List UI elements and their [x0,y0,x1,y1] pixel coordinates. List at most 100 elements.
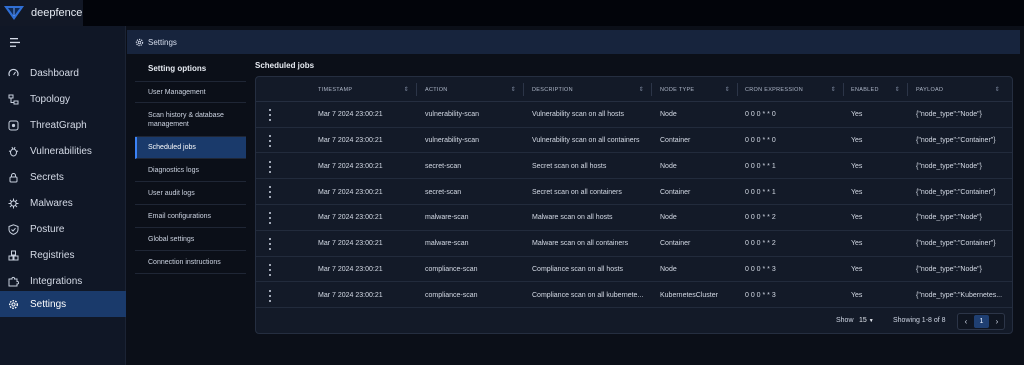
table-row: Mar 7 2024 23:00:21 secret-scan Secret sca… [256,179,1012,205]
cell-payload: {"node_type":"Container"} [916,137,996,145]
sidebar-item-threatgraph[interactable]: ThreatGraph [0,112,126,138]
scheduled-jobs-table: TIMESTAMP ⇕ ACTION ⇕ DESCRIPTION ⇕ NODE TYP… [255,76,1013,334]
column-label: CRON EXPRESSION [745,86,803,93]
page-navigator: ‹ 1 › [957,313,1005,330]
sidebar-item-topology[interactable]: Topology [0,86,126,112]
column-divider [737,83,738,96]
page-size-value: 15 [859,317,867,324]
page-size-select[interactable]: 15 ▼ [859,317,874,324]
cell-cron-expression: 0 0 0 * * 0 [745,111,776,119]
cell-action: compliance-scan [425,291,478,299]
sort-icon: ⇕ [403,87,409,93]
settings-menu: Setting options User Management Scan his… [135,54,246,365]
table-row: Mar 7 2024 23:00:21 vulnerability-scan Vul… [256,102,1012,128]
settings-item-label: Email configurations [148,212,212,220]
column-header-enabled[interactable]: ENABLED ⇕ [851,77,906,102]
sidebar-item-settings[interactable]: Settings [0,291,126,317]
sidebar: Dashboard Topology ThreatGraph Vulnerabi… [0,26,126,365]
sidebar-item-malwares[interactable]: Malwares [0,190,126,216]
cell-cron-expression: 0 0 0 * * 2 [745,240,776,248]
menu-toggle-icon[interactable] [10,38,20,47]
column-header-action[interactable]: ACTION ⇕ [425,77,522,102]
settings-item-connection-instructions[interactable]: Connection instructions [135,251,246,274]
cell-description: Vulnerability scan on all containers [532,137,640,145]
prev-page-button[interactable]: ‹ [959,314,973,329]
column-label: ENABLED [851,86,879,93]
sidebar-item-secrets[interactable]: Secrets [0,164,126,190]
row-actions-menu-icon[interactable] [267,212,273,225]
cell-node-type: KubernetesCluster [660,291,718,299]
dashboard-icon [8,68,19,79]
cell-enabled: Yes [851,188,863,196]
cell-action: secret-scan [425,188,462,196]
cell-description: Secret scan on all containers [532,188,622,196]
row-actions-menu-icon[interactable] [267,238,273,250]
cell-action: vulnerability-scan [425,111,480,119]
cell-timestamp: Mar 7 2024 23:00:21 [318,111,383,119]
column-header-cron-expression[interactable]: CRON EXPRESSION ⇕ [745,77,842,102]
sidebar-item-registries[interactable]: Registries [0,242,126,268]
settings-item-diagnostics-logs[interactable]: Diagnostics logs [135,159,246,182]
sort-icon: ⇕ [510,87,516,93]
table-row: Mar 7 2024 23:00:21 vulnerability-scan Vul… [256,128,1012,154]
sidebar-item-posture[interactable]: Posture [0,216,126,242]
cell-description: Malware scan on all containers [532,240,629,248]
current-page-button[interactable]: 1 [974,315,989,328]
cell-cron-expression: 0 0 0 * * 1 [745,162,776,170]
row-actions-menu-icon[interactable] [267,289,273,302]
page-header: Settings [127,30,1020,54]
cell-enabled: Yes [851,214,863,222]
sidebar-item-dashboard[interactable]: Dashboard [0,60,126,86]
cell-timestamp: Mar 7 2024 23:00:21 [318,266,383,274]
virus-icon [8,198,19,209]
cell-node-type: Node [660,214,677,222]
column-header-payload[interactable]: PAYLOAD ⇕ [916,77,1006,102]
cell-timestamp: Mar 7 2024 23:00:21 [318,291,383,299]
column-divider [907,83,908,96]
column-divider [843,83,844,96]
column-header-description[interactable]: DESCRIPTION ⇕ [532,77,650,102]
sidebar-item-label: Vulnerabilities [30,145,92,157]
settings-item-user-management[interactable]: User Management [135,81,246,103]
row-actions-menu-icon[interactable] [267,134,273,147]
settings-item-scheduled-jobs[interactable]: Scheduled jobs [135,137,246,159]
cell-action: malware-scan [425,240,469,248]
cell-cron-expression: 0 0 0 * * 2 [745,214,776,222]
cell-timestamp: Mar 7 2024 23:00:21 [318,137,383,145]
cell-action: secret-scan [425,162,462,170]
row-actions-menu-icon[interactable] [267,109,273,121]
chevron-right-icon: › [995,317,999,326]
column-header-node-type[interactable]: NODE TYPE ⇕ [660,77,736,102]
row-actions-menu-icon[interactable] [267,160,273,173]
showing-count: Showing 1-8 of 8 [893,317,946,324]
table-row: Mar 7 2024 23:00:21 malware-scan Malware s… [256,205,1012,231]
brand[interactable]: deepfence [0,0,83,26]
column-label: TIMESTAMP [318,86,353,93]
column-header-timestamp[interactable]: TIMESTAMP ⇕ [318,77,415,102]
cell-timestamp: Mar 7 2024 23:00:21 [318,240,383,248]
settings-item-label: Connection instructions [148,258,221,266]
settings-item-label: Diagnostics logs [148,166,199,174]
sidebar-item-label: Posture [30,223,65,235]
settings-item-label: User Management [148,88,206,96]
cell-action: vulnerability-scan [425,137,480,145]
gear-icon [135,38,144,46]
cell-enabled: Yes [851,240,863,248]
cell-payload: {"node_type":"Node"} [916,266,982,274]
cell-payload: {"node_type":"Container"} [916,240,996,248]
settings-item-scan-history[interactable]: Scan history & database management [135,103,246,137]
cell-cron-expression: 0 0 0 * * 1 [745,188,776,196]
table-row: Mar 7 2024 23:00:21 compliance-scan Compli… [256,257,1012,283]
settings-item-global-settings[interactable]: Global settings [135,228,246,251]
brand-name: deepfence [31,7,83,19]
settings-item-user-audit-logs[interactable]: User audit logs [135,182,246,205]
next-page-button[interactable]: › [990,314,1004,329]
cell-enabled: Yes [851,266,863,274]
row-actions-menu-icon[interactable] [267,186,273,199]
sidebar-item-label: Malwares [30,197,73,209]
sidebar-item-vulnerabilities[interactable]: Vulnerabilities [0,138,126,164]
settings-item-email-configurations[interactable]: Email configurations [135,205,246,228]
row-actions-menu-icon[interactable] [267,263,273,276]
cell-timestamp: Mar 7 2024 23:00:21 [318,162,383,170]
sidebar-item-label: Secrets [30,171,64,183]
